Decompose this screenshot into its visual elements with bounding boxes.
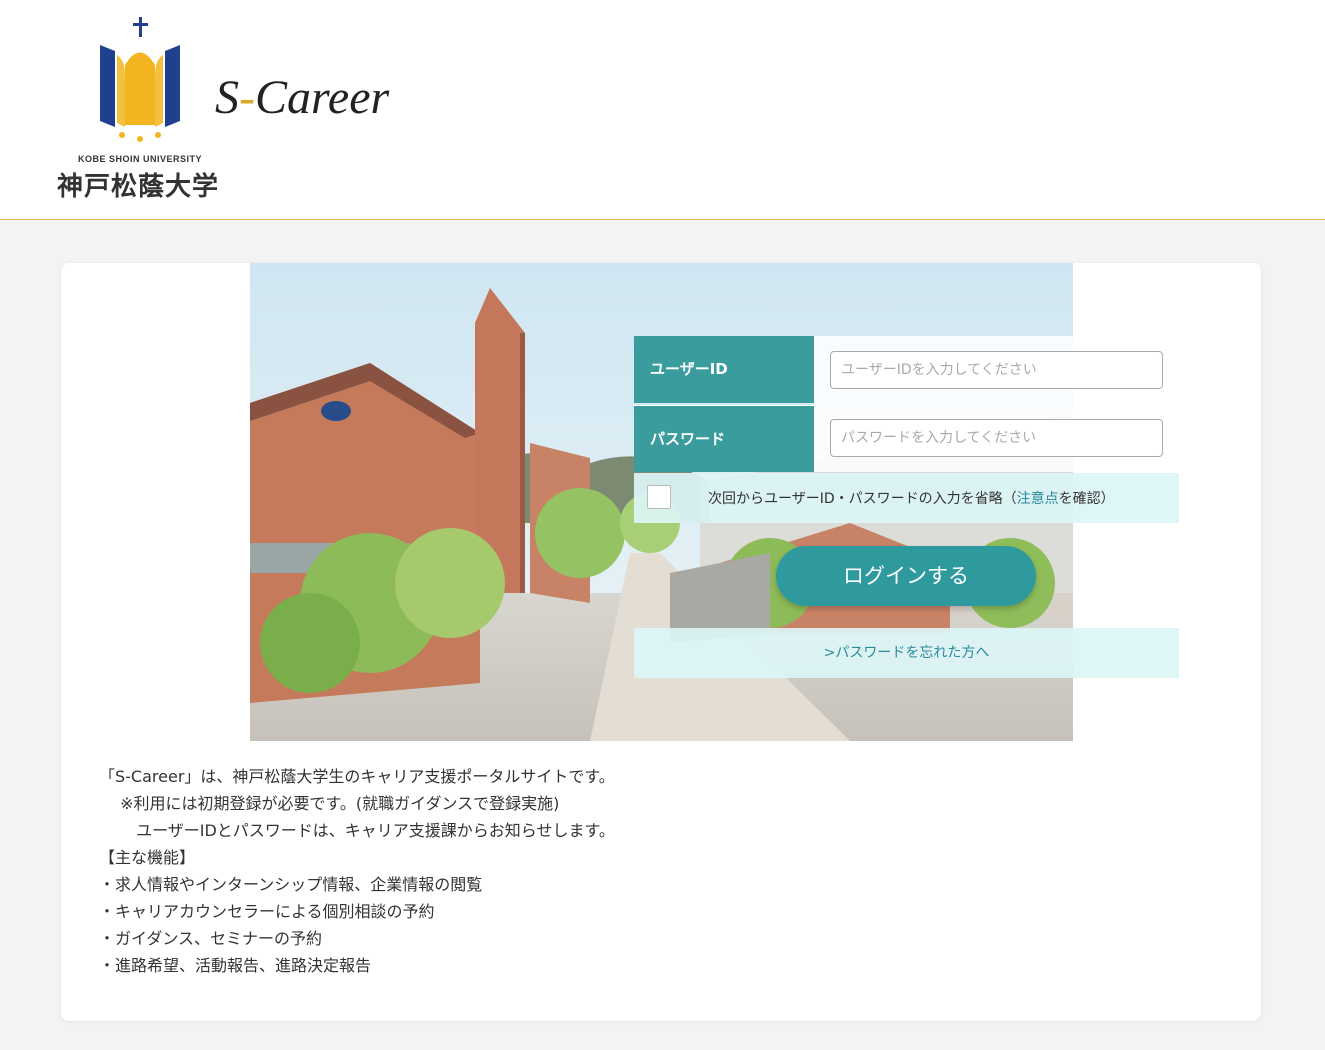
login-form: ユーザーID パスワード <box>634 336 1179 472</box>
remember-prefix: 次回からユーザーID・パスワードの入力を省略（ <box>708 491 1017 507</box>
brand-dash: - <box>239 71 255 124</box>
feature-item: ・進路希望、活動報告、進路決定報告 <box>99 956 372 975</box>
password-label: パスワード <box>634 405 814 472</box>
feature-item: ・ガイダンス、セミナーの予約 <box>99 929 323 948</box>
user-id-label: ユーザーID <box>634 336 814 403</box>
user-id-input[interactable] <box>830 351 1163 389</box>
login-card: ユーザーID パスワード 次回からユーザーID・パスワードの入力を省略（注意点を… <box>61 263 1261 1021</box>
description-line: ユーザーIDとパスワードは、キャリア支援課からお知らせします。 <box>99 821 615 840</box>
university-name-ja: 神戸松蔭大学 <box>57 172 220 202</box>
remember-label: 次回からユーザーID・パスワードの入力を省略（注意点を確認） <box>708 488 1115 508</box>
password-input-area <box>814 404 1179 472</box>
brand-logo: S-Career <box>215 70 389 125</box>
remember-suffix: を確認） <box>1058 491 1115 507</box>
brand-prefix: S <box>215 71 239 124</box>
university-logo-icon <box>100 17 180 142</box>
remember-checkbox[interactable] <box>647 485 671 509</box>
description-line: 「S-Career」は、神戸松蔭大学生のキャリア支援ポータルサイトです。 <box>99 767 615 786</box>
user-id-row: ユーザーID <box>634 336 1179 404</box>
remember-login-row: 次回からユーザーID・パスワードの入力を省略（注意点を確認） <box>634 473 1179 523</box>
description-line: ※利用には初期登録が必要です。(就職ガイダンスで登録実施) <box>99 794 560 813</box>
features-heading: 【主な機能】 <box>99 848 196 867</box>
brand-suffix: Career <box>254 71 390 124</box>
password-input[interactable] <box>830 419 1163 457</box>
password-row: パスワード <box>634 404 1179 472</box>
notes-link[interactable]: 注意点 <box>1017 491 1059 507</box>
feature-item: ・求人情報やインターンシップ情報、企業情報の閲覧 <box>99 875 483 894</box>
user-id-input-area <box>814 336 1179 404</box>
site-header: KOBE SHOIN UNIVERSITY 神戸松蔭大学 S-Career <box>0 0 1325 220</box>
university-name-en: KOBE SHOIN UNIVERSITY <box>78 154 203 164</box>
feature-item: ・キャリアカウンセラーによる個別相談の予約 <box>99 902 435 921</box>
forgot-password-link[interactable]: >パスワードを忘れた方へ <box>634 628 1179 678</box>
login-button[interactable]: ログインする <box>776 546 1036 606</box>
site-description: 「S-Career」は、神戸松蔭大学生のキャリア支援ポータルサイトです。 ※利用… <box>99 763 615 979</box>
